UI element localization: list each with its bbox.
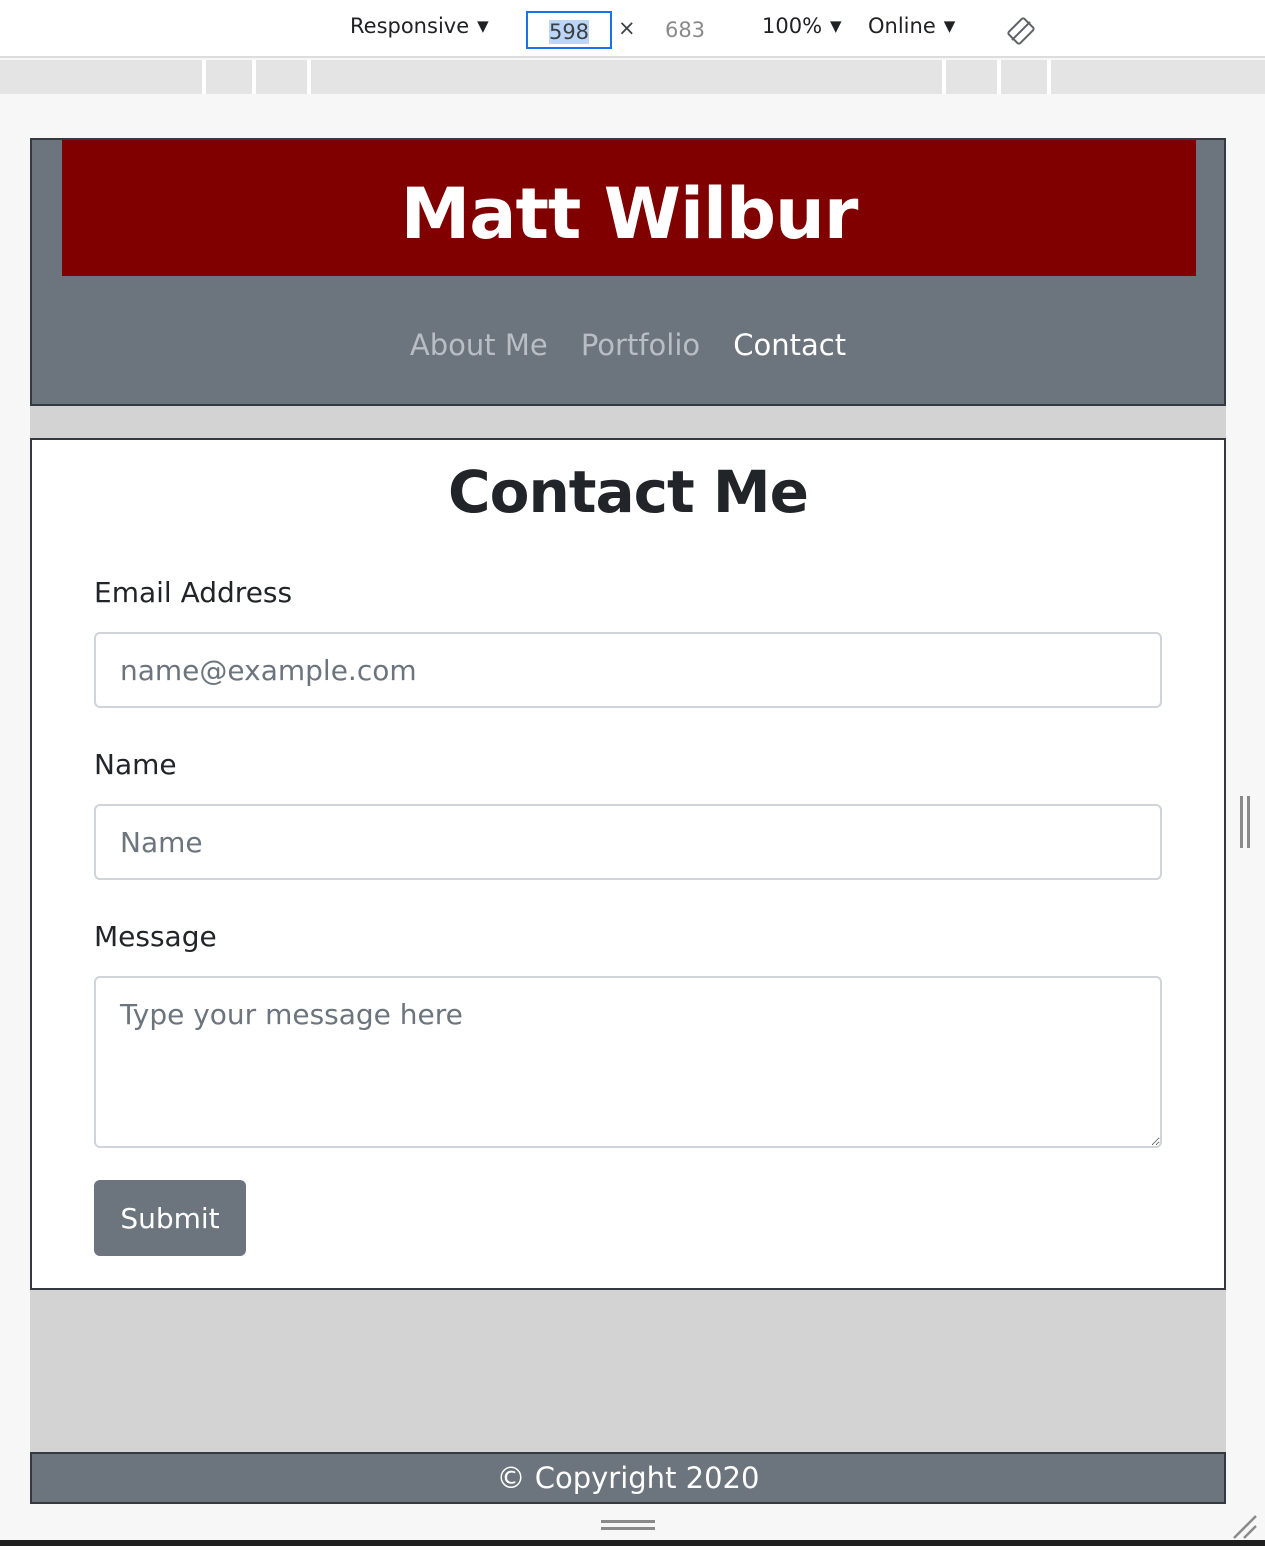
site-header: Matt Wilbur About Me Portfolio Contact [30,138,1226,406]
page-title: Contact Me [448,458,809,526]
resize-handle-icon[interactable] [601,1518,655,1532]
network-select-label: Online [868,14,936,38]
submit-button[interactable]: Submit [94,1180,246,1256]
rotate-icon[interactable] [1006,16,1036,46]
media-query-divider [307,60,311,94]
zoom-select[interactable]: 100% ▼ [762,14,842,38]
dropdown-caret-icon: ▼ [830,17,842,35]
media-query-bar[interactable] [0,60,1265,94]
copyright-text: © Copyright 2020 [496,1461,760,1495]
device-viewport: Matt Wilbur About Me Portfolio Contact C… [30,138,1226,1504]
media-query-divider [252,60,256,94]
network-throttle-select[interactable]: Online ▼ [868,14,955,38]
times-symbol: × [618,16,636,40]
name-field[interactable] [94,804,1162,880]
media-query-divider [202,60,206,94]
media-query-divider [1047,60,1051,94]
dropdown-caret-icon: ▼ [943,17,956,35]
dropdown-caret-icon: ▼ [477,17,489,35]
width-input[interactable]: 598 [526,11,612,49]
window-edge [0,1540,1265,1546]
main-nav: About Me Portfolio Contact [32,328,1224,362]
contact-card: Contact Me Email Address Name Message Su… [30,438,1226,1290]
device-toolbar: Responsive ▼ 598 × 683 100% ▼ Online ▼ [0,0,1265,58]
site-footer: © Copyright 2020 [30,1452,1226,1504]
nav-link-contact[interactable]: Contact [733,328,846,362]
message-textarea[interactable] [94,976,1162,1148]
message-label: Message [94,920,217,953]
resize-handle-icon[interactable] [1238,796,1252,848]
email-field[interactable] [94,632,1162,708]
brand-banner: Matt Wilbur [62,140,1196,276]
media-query-divider [942,60,946,94]
device-select[interactable]: Responsive ▼ [350,14,489,38]
nav-link-about-me[interactable]: About Me [410,328,548,362]
nav-link-portfolio[interactable]: Portfolio [581,328,700,362]
device-select-label: Responsive [350,14,470,38]
corner-grip-icon[interactable] [1230,1512,1260,1542]
media-query-divider [997,60,1001,94]
brand-title[interactable]: Matt Wilbur [62,140,1196,288]
email-label: Email Address [94,576,293,609]
name-label: Name [94,748,177,781]
height-input[interactable]: 683 [644,11,726,49]
zoom-select-label: 100% [762,14,823,38]
width-value: 598 [548,20,590,44]
